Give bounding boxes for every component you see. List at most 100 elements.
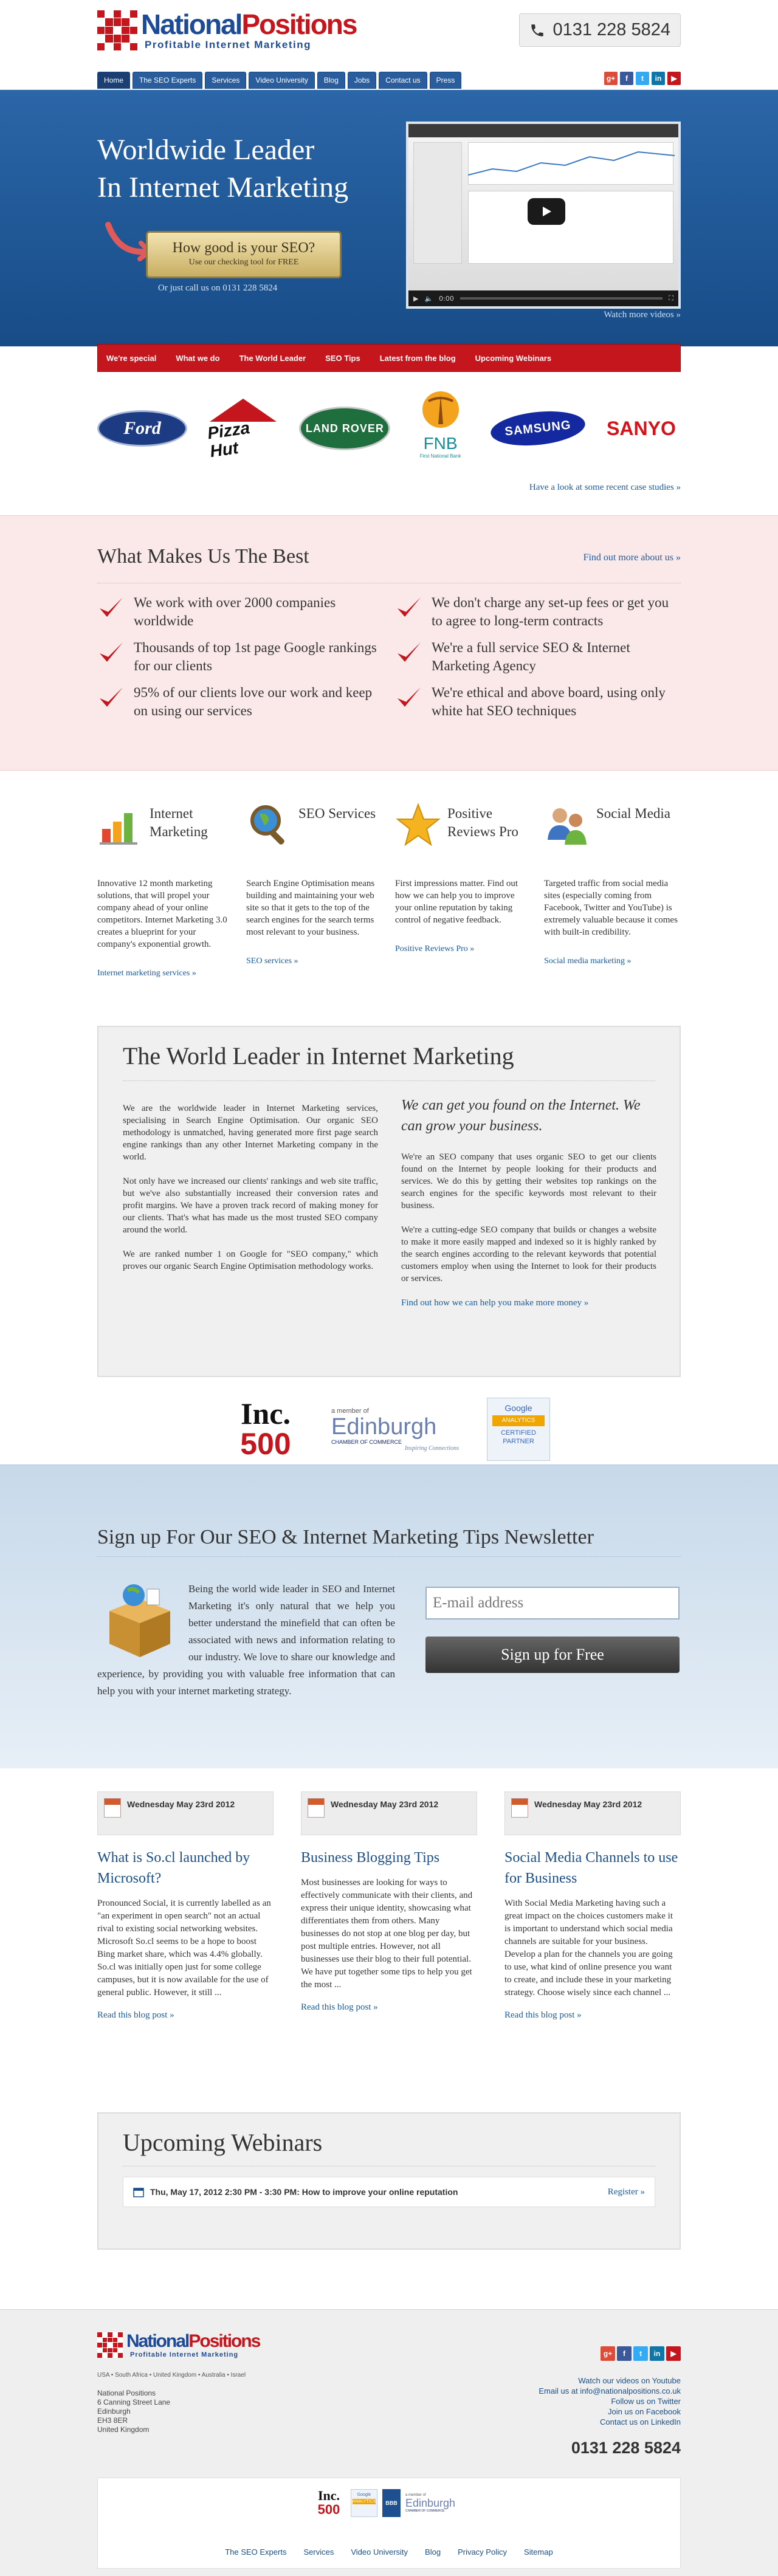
service-title: Social Media [596, 806, 670, 821]
nav-jobs[interactable]: Jobs [347, 72, 377, 89]
calendar-icon [133, 2188, 144, 2197]
video-thumbnail [408, 124, 678, 290]
leader-help-link[interactable]: Find out how we can help you make more m… [401, 1298, 588, 1308]
footer-linkedin-link[interactable]: Contact us on LinkedIn [539, 2417, 681, 2427]
site-logo[interactable]: NationalPositions Profitable Internet Ma… [97, 9, 358, 51]
video-play-icon[interactable]: ▶ [413, 295, 418, 303]
leader-tagline: We can get you found on the Internet. We… [401, 1097, 641, 1134]
service-seo: SEO Services Search Engine Optimisation … [246, 802, 383, 978]
footer-twitter-link[interactable]: Follow us on Twitter [539, 2396, 681, 2406]
service-link[interactable]: Positive Reviews Pro » [395, 944, 532, 954]
hero-title: Worldwide Leader In Internet Marketing [97, 131, 348, 207]
service-link[interactable]: Internet marketing services » [97, 969, 234, 978]
fnb-subtitle: First National Bank [419, 453, 461, 459]
webinar-title: Thu, May 17, 2012 2:30 PM - 3:30 PM: How… [150, 2187, 458, 2197]
service-title: Positive Reviews Pro [447, 806, 518, 839]
find-out-more-link[interactable]: Find out more about us » [584, 552, 681, 563]
blog-read-link[interactable]: Read this blog post » [301, 2002, 477, 2013]
footer-email-link[interactable]: Email us at info@nationalpositions.co.uk [539, 2386, 681, 2396]
leader-title: The World Leader in Internet Marketing [123, 1042, 514, 1070]
newsletter-email-input[interactable] [425, 1587, 680, 1619]
checkmark-icon [100, 642, 123, 662]
section-nav-blog[interactable]: Latest from the blog [380, 354, 456, 363]
google-plus-icon[interactable]: g+ [604, 72, 618, 85]
footer-facebook-link[interactable]: Join us on Facebook [539, 2406, 681, 2417]
samsung-logo: Samsung [489, 407, 587, 450]
service-link[interactable]: SEO services » [246, 957, 383, 966]
footer-nav-privacy[interactable]: Privacy Policy [458, 2547, 507, 2557]
blog-title[interactable]: Business Blogging Tips [301, 1847, 477, 1868]
twitter-icon[interactable]: t [633, 2346, 648, 2361]
blog-read-link[interactable]: Read this blog post » [97, 2010, 274, 2021]
bbb-badge: BBB [382, 2489, 401, 2517]
newsletter-signup-button[interactable]: Sign up for Free [425, 1637, 680, 1673]
section-nav-seo-tips[interactable]: SEO Tips [325, 354, 360, 363]
blog-read-link[interactable]: Read this blog post » [504, 2010, 681, 2021]
google-analytics-partner-badge: Google ANALYTICS [351, 2489, 377, 2517]
nav-seo-experts[interactable]: The SEO Experts [133, 72, 203, 89]
checkmark-icon [100, 597, 123, 617]
fullscreen-icon[interactable]: ⛶ [669, 294, 673, 303]
linkedin-icon[interactable]: in [650, 2346, 664, 2361]
seo-check-button[interactable]: How good is your SEO? Use our checking t… [146, 231, 342, 278]
blog-excerpt: Pronounced Social, it is currently label… [97, 1898, 271, 1997]
footer-nav-services[interactable]: Services [303, 2547, 334, 2557]
inc-500-badge: Inc. 500 [240, 1396, 291, 1461]
hero-banner: Worldwide Leader In Internet Marketing Ho… [0, 90, 778, 346]
nav-home[interactable]: Home [97, 72, 131, 89]
client-logos: Ford Pizza Hut Land Rover FNB First Nati… [97, 389, 681, 468]
footer-logo[interactable]: NationalPositions Profitable Internet Ma… [97, 2332, 261, 2358]
best-title: What Makes Us The Best [97, 545, 309, 568]
hero-call-text: Or just call us on 0131 228 5824 [158, 283, 278, 293]
linkedin-icon[interactable]: in [652, 72, 665, 85]
footer-youtube-link[interactable]: Watch our videos on Youtube [539, 2375, 681, 2386]
video-volume-icon[interactable]: 🔈 [424, 295, 433, 303]
leader-paragraph: We're a cutting-edge SEO company that bu… [401, 1225, 656, 1283]
youtube-icon[interactable]: ▶ [667, 72, 681, 85]
youtube-icon[interactable]: ▶ [666, 2346, 681, 2361]
play-icon[interactable] [528, 198, 565, 225]
footer-nav-blog[interactable]: Blog [425, 2547, 441, 2557]
best-item: We're ethical and above board, using onl… [395, 684, 681, 720]
nav-video-university[interactable]: Video University [249, 72, 315, 89]
blog-title[interactable]: What is So.cl launched by Microsoft? [97, 1847, 274, 1889]
case-studies-link[interactable]: Have a look at some recent case studies … [529, 483, 681, 493]
watch-more-link[interactable]: Watch more videos » [604, 310, 681, 320]
webinar-register-link[interactable]: Register » [608, 2187, 645, 2197]
logo-grid-icon [97, 10, 137, 50]
facebook-icon[interactable]: f [620, 72, 633, 85]
header-phone-number: 0131 228 5824 [553, 20, 670, 39]
google-plus-icon[interactable]: g+ [601, 2346, 615, 2361]
footer-nav-sitemap[interactable]: Sitemap [524, 2547, 553, 2557]
google-analytics-partner-badge: Google ANALYTICS CERTIFIED PARTNER [487, 1398, 550, 1461]
nav-contact[interactable]: Contact us [379, 72, 427, 89]
section-nav-what-we-do[interactable]: What we do [176, 354, 219, 363]
pizza-hut-logo: Pizza Hut [204, 395, 283, 462]
logo-name-part2: Positions [241, 9, 357, 40]
twitter-icon[interactable]: t [636, 72, 649, 85]
footer-nav-seo-experts[interactable]: The SEO Experts [225, 2547, 286, 2557]
blog-date: Wednesday May 23rd 2012 [504, 1791, 681, 1835]
service-link[interactable]: Social media marketing » [544, 957, 681, 966]
hero-title-line2: In Internet Marketing [97, 171, 349, 204]
section-nav-webinars[interactable]: Upcoming Webinars [475, 354, 551, 363]
best-item: We work with over 2000 companies worldwi… [97, 594, 383, 630]
nav-press[interactable]: Press [429, 72, 462, 89]
section-nav-special[interactable]: We're special [106, 354, 156, 363]
video-player[interactable]: ▶ 🔈 0:00 ⛶ [406, 122, 681, 309]
checkmark-icon [398, 642, 421, 662]
facebook-icon[interactable]: f [617, 2346, 632, 2361]
video-time: 0:00 [439, 294, 454, 303]
service-social-media: Social Media Targeted traffic from socia… [544, 802, 681, 978]
logo-grid-icon [97, 2332, 123, 2358]
accreditation-badges: Inc. 500 a member of Edinburgh CHAMBER O… [0, 1398, 778, 1461]
nav-blog[interactable]: Blog [317, 72, 345, 89]
logo-name-part1: National [141, 9, 243, 40]
header-social: g+ f t in ▶ [604, 72, 681, 85]
footer-nav-video-university[interactable]: Video University [351, 2547, 408, 2557]
section-nav-world-leader[interactable]: The World Leader [239, 354, 306, 363]
nav-services[interactable]: Services [205, 72, 247, 89]
blog-title[interactable]: Social Media Channels to use for Busines… [504, 1847, 681, 1889]
footer-countries: USA • South Africa • United Kingdom • Au… [97, 2372, 246, 2379]
blog-excerpt: Most businesses are looking for ways to … [301, 1878, 473, 1990]
